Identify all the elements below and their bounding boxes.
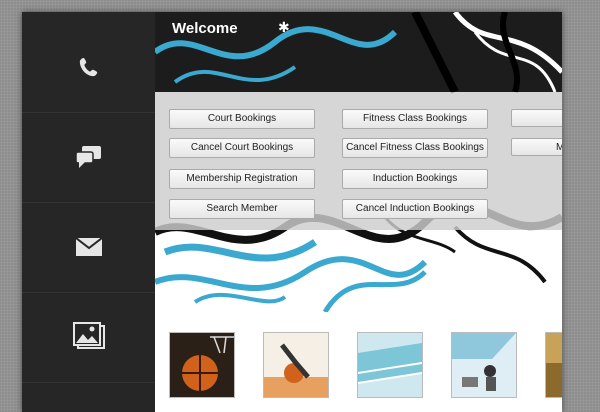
gallery-icon <box>72 322 105 349</box>
sidebar-item-chat[interactable] <box>22 112 155 203</box>
induction-bookings-button[interactable]: Induction Bookings <box>342 169 488 189</box>
cancel-court-bookings-button[interactable]: Cancel Court Bookings <box>169 138 315 158</box>
sidebar-item-gallery[interactable] <box>22 292 155 383</box>
court-bookings-button[interactable]: Court Bookings <box>169 109 315 129</box>
search-member-button[interactable]: Search Member <box>169 199 315 219</box>
sidebar <box>22 12 155 412</box>
partial-menu-button-1[interactable] <box>511 109 562 127</box>
swimming-pool-image[interactable] <box>357 332 423 398</box>
basketball-image[interactable] <box>169 332 235 398</box>
sidebar-item-phone[interactable] <box>22 22 155 113</box>
membership-registration-button[interactable]: Membership Registration <box>169 169 315 189</box>
mail-icon <box>75 238 102 256</box>
menu-panel: Court Bookings Cancel Court Bookings Mem… <box>155 92 562 230</box>
phone-icon <box>79 57 97 77</box>
gym-image[interactable] <box>451 332 517 398</box>
cancel-fitness-class-bookings-button[interactable]: Cancel Fitness Class Bookings <box>342 138 488 158</box>
chat-icon <box>74 146 101 168</box>
partial-image[interactable] <box>545 332 562 398</box>
cancel-induction-bookings-button[interactable]: Cancel Induction Bookings <box>342 199 488 219</box>
app-window: Welcome ✱ Court Bookings Cancel Court Bo… <box>22 12 562 412</box>
fitness-class-bookings-button[interactable]: Fitness Class Bookings <box>342 109 488 129</box>
thumbnail-strip <box>155 332 562 402</box>
athlete-image[interactable] <box>263 332 329 398</box>
sidebar-item-mail[interactable] <box>22 202 155 293</box>
partial-menu-button-2[interactable]: M <box>511 138 562 156</box>
page-title: Welcome <box>172 20 238 37</box>
main-content: Welcome ✱ Court Bookings Cancel Court Bo… <box>155 12 562 412</box>
star-icon: ✱ <box>278 19 290 35</box>
